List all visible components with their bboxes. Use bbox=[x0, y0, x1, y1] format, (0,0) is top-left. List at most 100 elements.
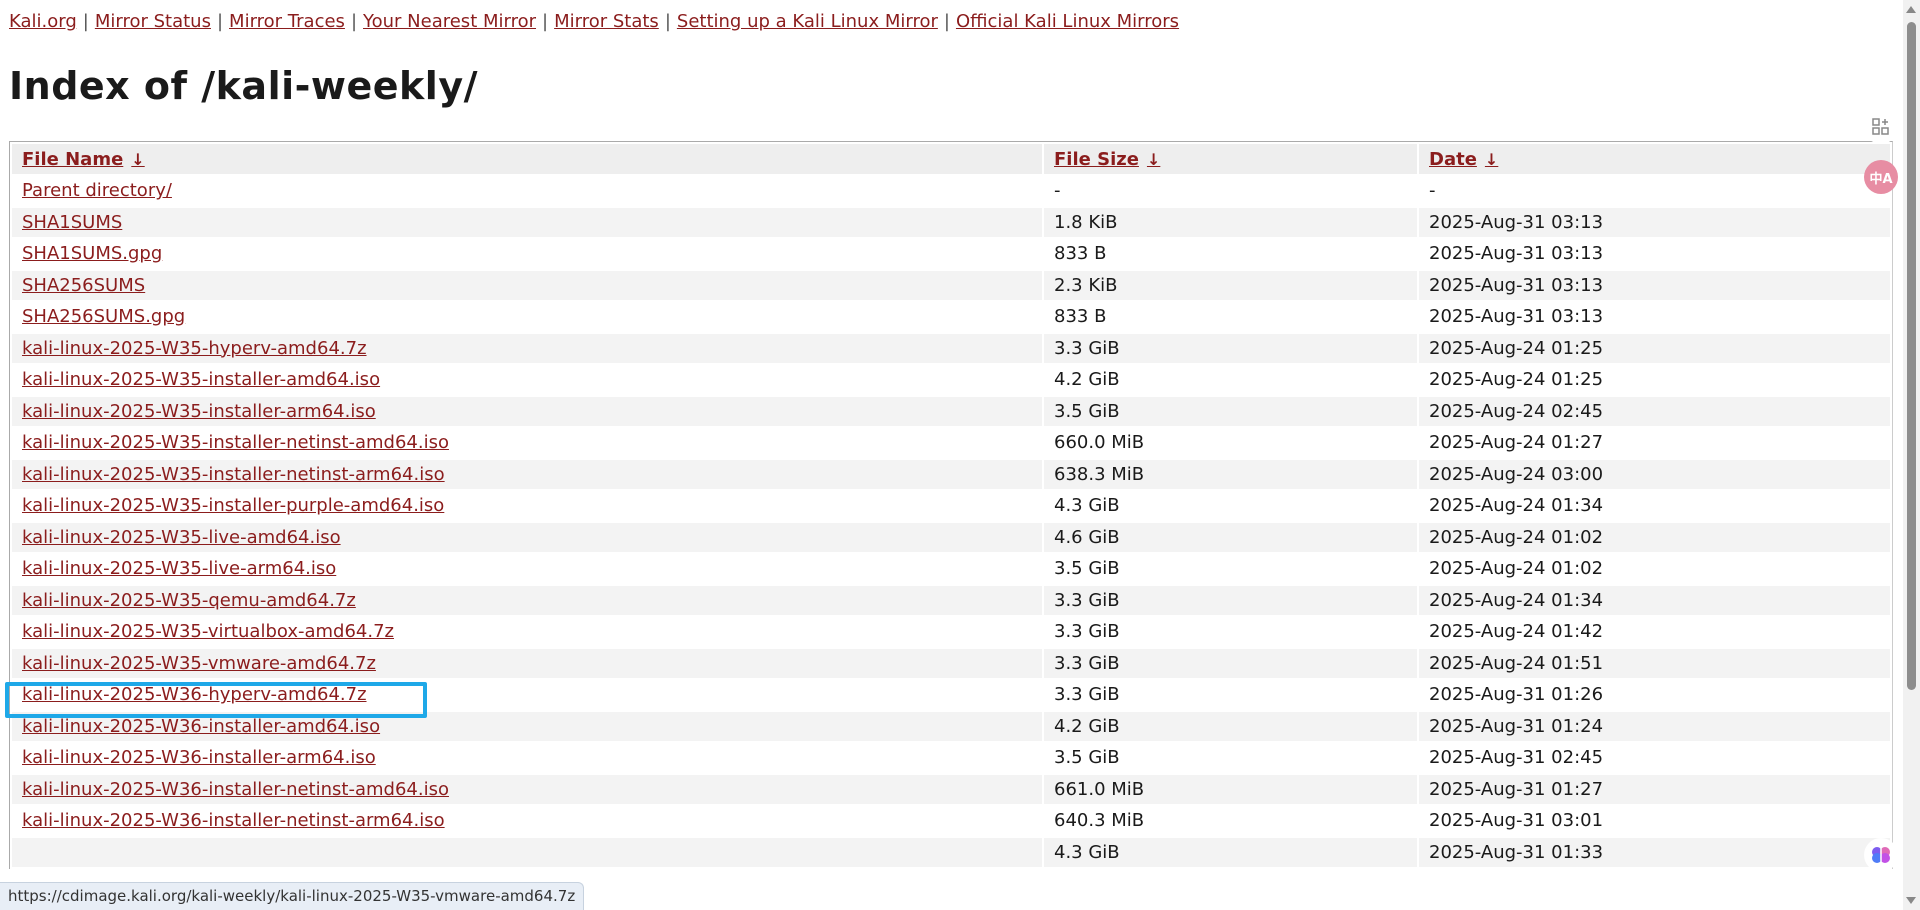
file-name-cell: SHA256SUMS bbox=[12, 270, 1042, 300]
nav-separator: | bbox=[82, 11, 89, 32]
table-row: SHA1SUMS 1.8 KiB 2025-Aug-31 03:13 bbox=[12, 207, 1890, 237]
scrollbar-thumb[interactable] bbox=[1907, 22, 1916, 690]
file-size: - bbox=[1044, 176, 1417, 206]
table-row: kali-linux-2025-W36-installer-netinst-am… bbox=[12, 774, 1890, 804]
file-link[interactable]: kali-linux-2025-W35-installer-arm64.iso bbox=[22, 401, 376, 422]
file-link[interactable]: kali-linux-2025-W35-installer-amd64.iso bbox=[22, 369, 380, 390]
nav-link-mirror-status[interactable]: Mirror Status bbox=[95, 11, 211, 32]
file-date: 2025-Aug-24 01:42 bbox=[1419, 617, 1890, 647]
table-row: kali-linux-2025-W35-installer-amd64.iso 4… bbox=[12, 365, 1890, 395]
table-row: kali-linux-2025-W35-qemu-amd64.7z 3.3 GiB… bbox=[12, 585, 1890, 615]
file-name-cell: kali-linux-2025-W36-installer-netinst-am… bbox=[12, 774, 1042, 804]
file-size: 833 B bbox=[1044, 239, 1417, 269]
file-size: 4.2 GiB bbox=[1044, 711, 1417, 741]
file-link[interactable]: kali-linux-2025-W36-installer-netinst-am… bbox=[22, 779, 449, 800]
file-name-cell: kali-linux-2025-W35-installer-amd64.iso bbox=[12, 365, 1042, 395]
file-date: 2025-Aug-24 01:34 bbox=[1419, 491, 1890, 521]
table-row: kali-linux-2025-W35-installer-netinst-ar… bbox=[12, 459, 1890, 489]
file-link[interactable]: kali-linux-2025-W35-qemu-amd64.7z bbox=[22, 590, 356, 611]
file-link[interactable]: kali-linux-2025-W36-hyperv-amd64.7z bbox=[22, 684, 367, 705]
file-date: 2025-Aug-24 01:02 bbox=[1419, 522, 1890, 552]
file-name-cell: kali-linux-2025-W36-hyperv-amd64.7z bbox=[12, 680, 1042, 710]
header-file-size-label: File Size bbox=[1054, 148, 1139, 170]
file-link[interactable]: Parent directory/ bbox=[22, 180, 172, 201]
file-size: 4.6 GiB bbox=[1044, 522, 1417, 552]
file-date: 2025-Aug-24 01:51 bbox=[1419, 648, 1890, 678]
file-link[interactable]: SHA1SUMS.gpg bbox=[22, 243, 162, 264]
file-name-cell: kali-linux-2025-W35-installer-netinst-am… bbox=[12, 428, 1042, 458]
file-link[interactable]: SHA256SUMS bbox=[22, 275, 145, 296]
table-row: kali-linux-2025-W36-hyperv-amd64.7z 3.3 G… bbox=[12, 680, 1890, 710]
nav-link-nearest-mirror[interactable]: Your Nearest Mirror bbox=[363, 11, 536, 32]
file-date: 2025-Aug-24 02:45 bbox=[1419, 396, 1890, 426]
file-date: 2025-Aug-24 01:34 bbox=[1419, 585, 1890, 615]
file-name-cell: kali-linux-2025-W35-live-arm64.iso bbox=[12, 554, 1042, 584]
header-file-name-label: File Name bbox=[22, 148, 124, 170]
file-link[interactable]: kali-linux-2025-W35-virtualbox-amd64.7z bbox=[22, 621, 394, 642]
file-link[interactable]: SHA256SUMS.gpg bbox=[22, 306, 185, 327]
sort-by-size-link[interactable]: File Size ↓ bbox=[1054, 149, 1160, 170]
file-name-cell: kali-linux-2025-W35-qemu-amd64.7z bbox=[12, 585, 1042, 615]
table-row: kali-linux-2025-W36-installer-amd64.iso 4… bbox=[12, 711, 1890, 741]
table-row: SHA256SUMS 2.3 KiB 2025-Aug-31 03:13 bbox=[12, 270, 1890, 300]
file-link[interactable]: kali-linux-2025-W35-live-arm64.iso bbox=[22, 558, 336, 579]
file-size: 638.3 MiB bbox=[1044, 459, 1417, 489]
nav-separator: | bbox=[216, 11, 224, 32]
nav-link-official-mirrors[interactable]: Official Kali Linux Mirrors bbox=[956, 11, 1179, 32]
scroll-up-icon[interactable] bbox=[1906, 6, 1916, 13]
file-link[interactable]: kali-linux-2025-W35-hyperv-amd64.7z bbox=[22, 338, 367, 359]
apps-add-icon bbox=[1872, 118, 1889, 135]
sort-by-date-link[interactable]: Date ↓ bbox=[1429, 149, 1498, 170]
translate-icon: 中A bbox=[1869, 171, 1893, 187]
file-size: 4.3 GiB bbox=[1044, 491, 1417, 521]
nav-separator: | bbox=[542, 11, 549, 32]
file-name-cell: SHA1SUMS.gpg bbox=[12, 239, 1042, 269]
file-link[interactable]: kali-linux-2025-W35-installer-netinst-am… bbox=[22, 432, 449, 453]
file-link[interactable]: kali-linux-2025-W35-installer-netinst-ar… bbox=[22, 464, 445, 485]
file-link[interactable]: kali-linux-2025-W35-vmware-amd64.7z bbox=[22, 653, 376, 674]
file-name-cell: kali-linux-2025-W35-live-amd64.iso bbox=[12, 522, 1042, 552]
vertical-scrollbar[interactable] bbox=[1903, 0, 1920, 910]
file-date: 2025-Aug-24 01:25 bbox=[1419, 365, 1890, 395]
file-link[interactable]: kali-linux-2025-W36-installer-amd64.iso bbox=[22, 716, 380, 737]
file-link[interactable]: kali-linux-2025-W36-installer-arm64.iso bbox=[22, 747, 376, 768]
table-row: kali-linux-2025-W35-live-arm64.iso 3.5 Gi… bbox=[12, 554, 1890, 584]
nav-link-mirror-stats[interactable]: Mirror Stats bbox=[554, 11, 659, 32]
file-size: 660.0 MiB bbox=[1044, 428, 1417, 458]
table-row: kali-linux-2025-W35-virtualbox-amd64.7z 3… bbox=[12, 617, 1890, 647]
table-row: Parent directory/ - - bbox=[12, 176, 1890, 206]
file-link[interactable]: kali-linux-2025-W35-installer-purple-amd… bbox=[22, 495, 444, 516]
apps-add-button[interactable] bbox=[1864, 110, 1898, 144]
file-date: 2025-Aug-24 01:25 bbox=[1419, 333, 1890, 363]
file-size: 3.3 GiB bbox=[1044, 333, 1417, 363]
table-row: kali-linux-2025-W35-installer-purple-amd… bbox=[12, 491, 1890, 521]
scroll-down-icon[interactable] bbox=[1906, 897, 1916, 904]
table-row: 4.3 GiB 2025-Aug-31 01:33 bbox=[12, 837, 1890, 867]
translate-button[interactable]: 中A bbox=[1864, 160, 1898, 194]
file-name-cell: kali-linux-2025-W36-installer-amd64.iso bbox=[12, 711, 1042, 741]
file-date: 2025-Aug-31 01:26 bbox=[1419, 680, 1890, 710]
top-navigation: Kali.org | Mirror Status | Mirror Traces | You… bbox=[9, 10, 1179, 34]
file-date: 2025-Aug-31 03:13 bbox=[1419, 239, 1890, 269]
file-name-cell: kali-linux-2025-W35-virtualbox-amd64.7z bbox=[12, 617, 1042, 647]
file-date: 2025-Aug-24 03:00 bbox=[1419, 459, 1890, 489]
file-name-cell: kali-linux-2025-W35-installer-purple-amd… bbox=[12, 491, 1042, 521]
file-link[interactable]: SHA1SUMS bbox=[22, 212, 122, 233]
file-date: 2025-Aug-24 01:02 bbox=[1419, 554, 1890, 584]
file-name-cell: kali-linux-2025-W35-installer-arm64.iso bbox=[12, 396, 1042, 426]
file-link[interactable]: kali-linux-2025-W35-live-amd64.iso bbox=[22, 527, 341, 548]
ai-assistant-button[interactable] bbox=[1864, 838, 1898, 872]
nav-separator: | bbox=[943, 11, 950, 32]
nav-link-kali-org[interactable]: Kali.org bbox=[9, 11, 77, 32]
table-row: kali-linux-2025-W36-installer-arm64.iso 3… bbox=[12, 743, 1890, 773]
file-date: 2025-Aug-31 01:24 bbox=[1419, 711, 1890, 741]
file-size: 3.3 GiB bbox=[1044, 585, 1417, 615]
header-file-size: File Size ↓ bbox=[1044, 144, 1417, 174]
file-date: 2025-Aug-31 01:27 bbox=[1419, 774, 1890, 804]
nav-link-mirror-traces[interactable]: Mirror Traces bbox=[229, 11, 345, 32]
file-link[interactable]: kali-linux-2025-W36-installer-netinst-ar… bbox=[22, 810, 445, 831]
nav-link-setting-up-mirror[interactable]: Setting up a Kali Linux Mirror bbox=[677, 11, 938, 32]
sort-by-name-link[interactable]: File Name ↓ bbox=[22, 149, 145, 170]
link-status-bar: https://cdimage.kali.org/kali-weekly/kal… bbox=[0, 882, 585, 910]
file-size: 3.5 GiB bbox=[1044, 743, 1417, 773]
